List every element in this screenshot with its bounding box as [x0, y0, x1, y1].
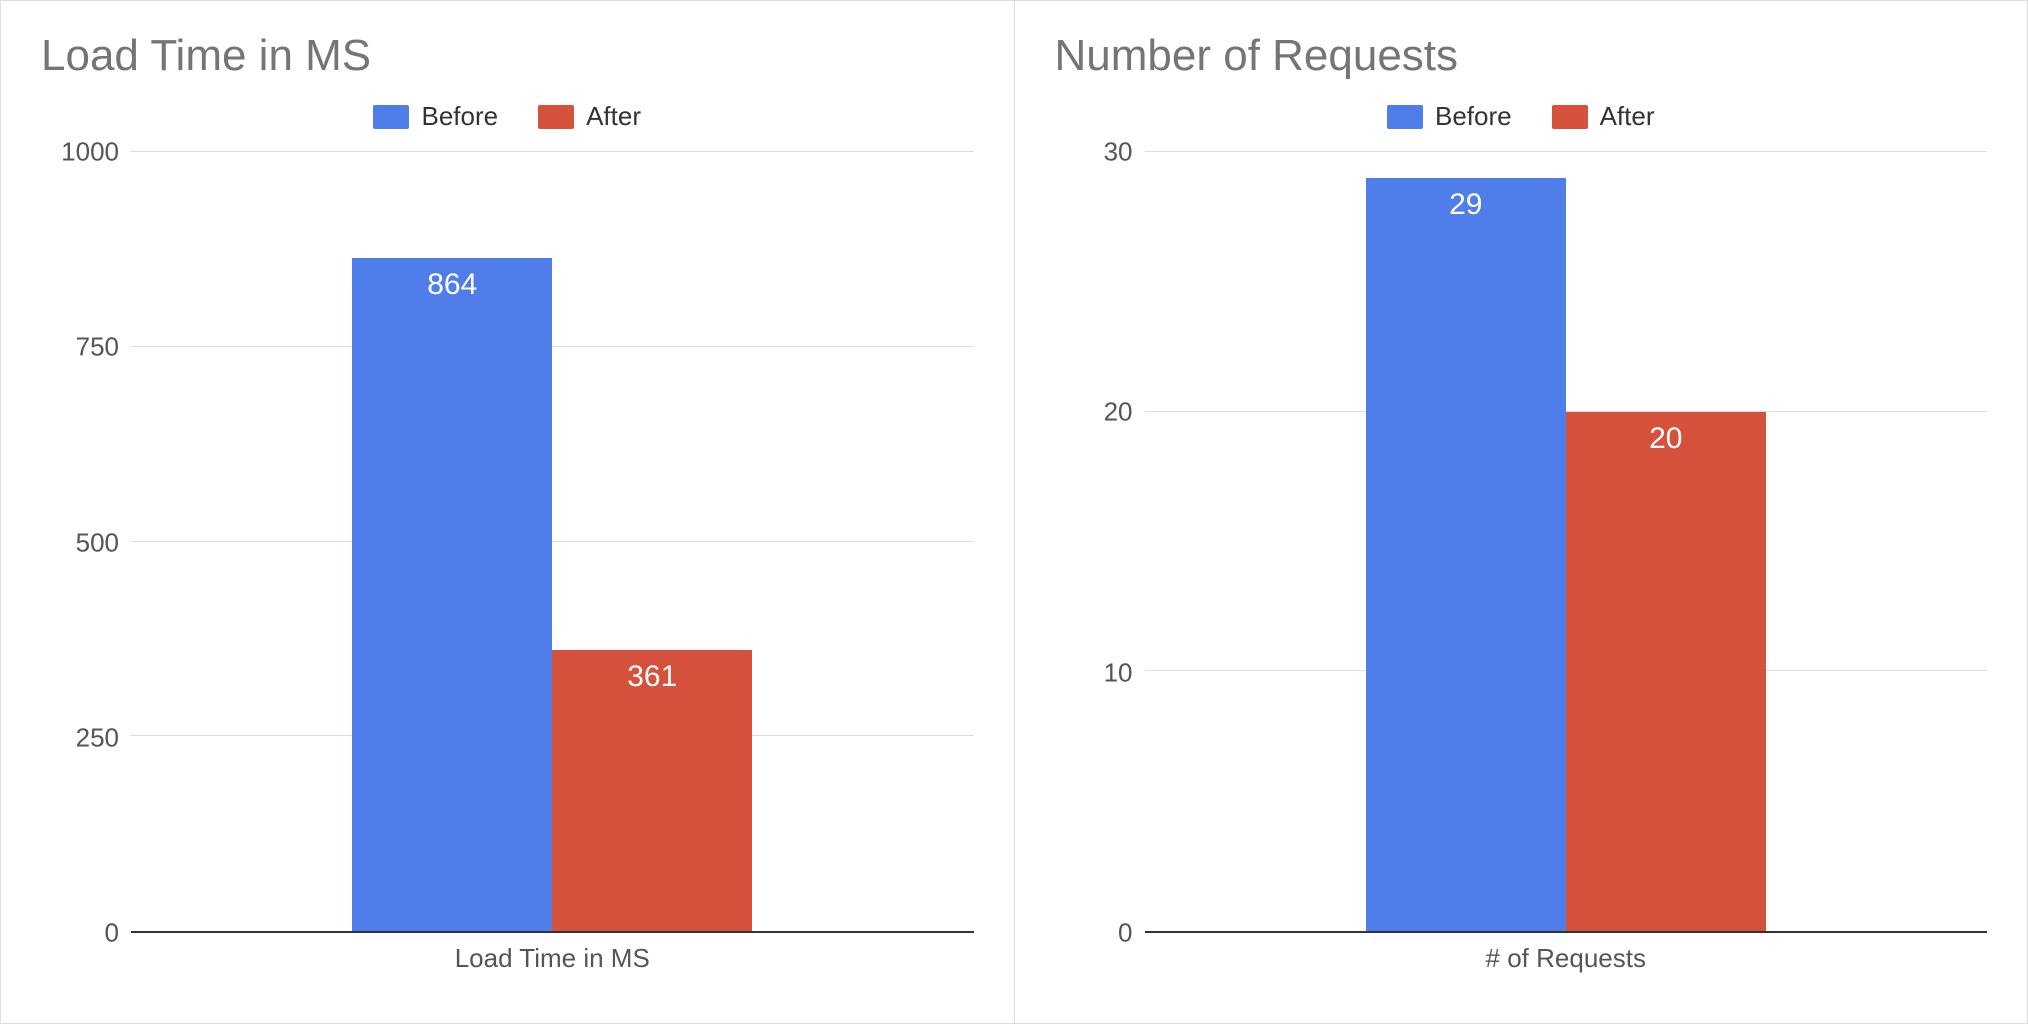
x-axis-label: Load Time in MS [131, 943, 974, 974]
x-axis: # of Requests [1055, 933, 1988, 983]
chart-title: Load Time in MS [41, 31, 974, 81]
y-axis: 0102030 [1055, 152, 1145, 933]
plot-area: 02505007501000 864 361 [41, 152, 974, 933]
y-tick-label: 10 [1055, 657, 1133, 688]
legend-label-after: After [1600, 101, 1655, 132]
y-tick-label: 0 [1055, 918, 1133, 949]
bar-after: 20 [1566, 412, 1766, 931]
legend-item-before: Before [373, 101, 498, 132]
grid-and-bars: 29 20 [1145, 152, 1988, 933]
x-axis: Load Time in MS [41, 933, 974, 983]
y-tick-label: 500 [41, 527, 119, 558]
bar-value-after: 20 [1649, 422, 1682, 456]
y-tick-label: 30 [1055, 137, 1133, 168]
chart-title: Number of Requests [1055, 31, 1988, 81]
chart-legend: Before After [1055, 101, 1988, 132]
y-tick-label: 250 [41, 722, 119, 753]
chart-panel-requests: Number of Requests Before After 0102030 … [1015, 1, 2028, 1023]
y-tick-label: 0 [41, 918, 119, 949]
legend-label-before: Before [421, 101, 498, 132]
bar-before: 864 [352, 258, 552, 931]
plot-area: 0102030 29 20 [1055, 152, 1988, 933]
legend-swatch-after [538, 105, 574, 129]
legend-item-after: After [538, 101, 641, 132]
y-tick-label: 20 [1055, 397, 1133, 428]
legend-label-after: After [586, 101, 641, 132]
legend-swatch-before [373, 105, 409, 129]
charts-container: Load Time in MS Before After 0 250 500 750 1… [0, 0, 2028, 1024]
bars-group-wrap: 864 361 [131, 152, 974, 931]
bar-value-before: 864 [427, 268, 477, 302]
bar-group: 864 361 [352, 152, 752, 931]
bar-value-before: 29 [1449, 188, 1482, 222]
bars-group-wrap: 29 20 [1145, 152, 1988, 931]
y-tick-label: 750 [41, 332, 119, 363]
legend-label-before: Before [1435, 101, 1512, 132]
chart-panel-load-time: Load Time in MS Before After 0 250 500 750 1… [1, 1, 1015, 1023]
x-axis-label: # of Requests [1145, 943, 1988, 974]
bar-group: 29 20 [1366, 152, 1766, 931]
chart-legend: Before After [41, 101, 974, 132]
y-tick-label: 1000 [41, 137, 119, 168]
legend-swatch-before [1387, 105, 1423, 129]
grid-and-bars: 864 361 [131, 152, 974, 933]
legend-item-after: After [1552, 101, 1655, 132]
legend-item-before: Before [1387, 101, 1512, 132]
y-axis: 02505007501000 [41, 152, 131, 933]
legend-swatch-after [1552, 105, 1588, 129]
bar-after: 361 [552, 650, 752, 931]
bar-value-after: 361 [627, 660, 677, 694]
bar-before: 29 [1366, 178, 1566, 931]
